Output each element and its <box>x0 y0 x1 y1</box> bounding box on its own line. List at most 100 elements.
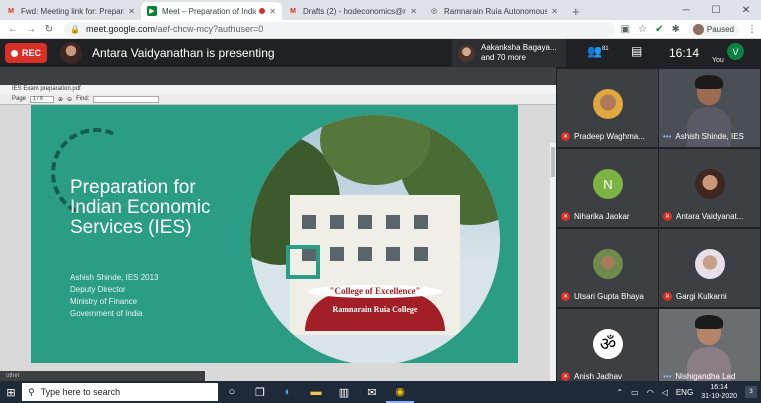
reload-icon[interactable]: ↻ <box>40 24 58 35</box>
close-icon[interactable]: ✕ <box>128 7 135 16</box>
active-speaker-chip[interactable]: Aakanksha Bagaya... and 70 more <box>452 39 566 67</box>
other-label: other <box>0 371 205 381</box>
sign-college-name: Ramnarain Ruia College <box>332 305 418 314</box>
presenter-avatar <box>60 42 82 64</box>
participant-tile[interactable]: N ✕ Niharika Jaokar <box>557 149 658 227</box>
check-extension-icon[interactable]: ✔ <box>655 24 663 35</box>
taskbar-time: 16:14 <box>710 384 728 391</box>
mic-off-icon: ✕ <box>561 212 570 221</box>
people-count: 81 <box>601 46 609 52</box>
file-explorer-icon[interactable]: ▬ <box>302 381 330 403</box>
speaking-indicator-icon: ••• <box>663 132 672 141</box>
participant-name: ✕ Utsari Gupta Bhaya <box>561 292 644 301</box>
tab-gmail-fwd[interactable]: M Fwd: Meeting link for: Preparatio ✕ <box>0 2 141 20</box>
participant-name: ✕ Anish Jadhav <box>561 372 623 381</box>
scroll-thumb[interactable] <box>551 147 555 177</box>
windows-start-icon[interactable]: ⊞ <box>0 381 22 403</box>
mic-off-icon: ✕ <box>561 372 570 381</box>
slide-sub-line: Ministry of Finance <box>70 297 138 306</box>
gmail-icon: M <box>8 7 14 15</box>
participant-grid: ✕ Pradeep Waghma... ••• Ashish Shinde, IES… <box>556 67 761 387</box>
recording-badge[interactable]: REC <box>5 43 47 63</box>
slide: Preparation for Indian Economic Services… <box>31 105 518 363</box>
tab-gmail-drafts[interactable]: M Drafts (2) - hodeconomics@ruiac ✕ <box>282 2 423 20</box>
participant-tile[interactable]: ✕ Gargi Kulkarni <box>659 229 760 307</box>
maximize-icon[interactable]: ☐ <box>701 0 731 20</box>
chat-icon: ▤ <box>631 44 643 58</box>
pdf-find-input[interactable] <box>93 95 160 103</box>
profile-button[interactable]: Paused <box>687 22 739 36</box>
pdf-zoom-out-icon[interactable]: ⊖ <box>67 96 72 103</box>
speaking-indicator-icon: ••• <box>663 372 672 381</box>
recording-indicator-icon <box>259 8 266 14</box>
browser-tab-strip: M Fwd: Meeting link for: Preparatio ✕ ▶ … <box>0 0 761 20</box>
star-icon[interactable]: ☆ <box>638 24 647 35</box>
chrome-icon[interactable]: ◉ <box>386 381 414 403</box>
participant-name: ✕ Niharika Jaokar <box>561 212 630 221</box>
participant-initial: N <box>593 169 623 199</box>
url-path: /aef-chcw-mcy?authuser=0 <box>155 24 264 34</box>
participant-tile[interactable]: ••• Ashish Shinde, IES <box>659 69 760 147</box>
task-view-icon[interactable]: ❐ <box>246 381 274 403</box>
back-icon[interactable]: ← <box>4 24 22 35</box>
search-icon: ⚲ <box>28 386 35 397</box>
pdf-zoom-icon[interactable]: ⊕ <box>58 96 63 103</box>
meet-icon: ▶ <box>147 6 157 16</box>
pdf-find-label: Find: <box>76 96 90 102</box>
tray-chevron-icon[interactable]: ⌃ <box>616 388 623 397</box>
mail-icon[interactable]: ✉ <box>358 381 386 403</box>
tab-title: Drafts (2) - hodeconomics@ruiac <box>303 6 406 16</box>
tab-ruia[interactable]: ◎ Ramnarain Ruia Autonomous Co ✕ <box>423 2 564 20</box>
presenting-text: Antara Vaidyanathan is presenting <box>92 46 275 60</box>
edge-icon[interactable]: ◐ <box>274 381 302 403</box>
people-button[interactable]: 👥81 <box>587 44 609 58</box>
people-icon: 👥 <box>587 44 602 58</box>
new-tab-button[interactable]: + <box>564 2 588 20</box>
participant-avatar <box>695 169 725 199</box>
participant-tile[interactable]: ॐ ✕ Anish Jadhav <box>557 309 658 387</box>
self-avatar[interactable]: V <box>727 43 744 60</box>
participant-tile[interactable]: ✕ Antara Vaidyanat... <box>659 149 760 227</box>
participant-tile[interactable]: ✕ Utsari Gupta Bhaya <box>557 229 658 307</box>
taskbar-clock[interactable]: 16:14 31-10-2020 <box>701 383 737 401</box>
participant-tile[interactable]: ✕ Pradeep Waghma... <box>557 69 658 147</box>
record-dot-icon <box>10 49 18 57</box>
address-bar[interactable]: 🔒 meet.google.com/aef-chcw-mcy?authuser=… <box>64 21 615 37</box>
college-photo: "College of Excellence" Ramnarain Ruia C… <box>250 115 500 363</box>
participant-avatar <box>593 249 623 279</box>
slide-title: Preparation for Indian Economic Services… <box>70 178 210 238</box>
window-controls: ─ ☐ ✕ <box>671 0 761 20</box>
profile-status: Paused <box>706 24 734 34</box>
close-icon[interactable]: ✕ <box>269 7 276 16</box>
volume-icon[interactable]: ◁ <box>662 388 668 397</box>
store-icon[interactable]: ▥ <box>330 381 358 403</box>
close-window-icon[interactable]: ✕ <box>731 0 761 20</box>
participant-name: ••• Ashish Shinde, IES <box>663 132 744 141</box>
rec-label: REC <box>21 48 41 58</box>
mic-off-icon: ✕ <box>663 212 672 221</box>
battery-icon[interactable]: ▭ <box>631 388 639 397</box>
language-indicator[interactable]: ENG <box>676 388 693 397</box>
cortana-icon[interactable]: ○ <box>218 381 246 403</box>
close-icon[interactable]: ✕ <box>410 7 417 16</box>
close-icon[interactable]: ✕ <box>551 7 558 16</box>
taskbar-search[interactable]: ⚲ Type here to search <box>22 383 218 401</box>
menu-icon[interactable]: ⋮ <box>747 24 757 35</box>
speaker-more: and 70 more <box>481 53 526 62</box>
forward-icon[interactable]: → <box>22 24 40 35</box>
pdf-page-input[interactable]: 1 / 8 <box>30 95 55 103</box>
globe-icon: ◎ <box>430 8 438 15</box>
notification-center-icon[interactable]: 3 <box>745 386 757 398</box>
search-placeholder: Type here to search <box>40 387 121 397</box>
extensions-icon[interactable]: ✱ <box>671 24 679 35</box>
camera-icon[interactable]: ▣ <box>621 24 630 35</box>
pdf-page-label: Page <box>12 96 27 102</box>
chat-button[interactable]: ▤ <box>631 44 642 58</box>
tab-meet[interactable]: ▶ Meet – Preparation of Indian ✕ <box>141 2 282 20</box>
participant-tile[interactable]: ••• Nishigandha Lad <box>659 309 760 387</box>
toolbar-icons: ▣ ☆ ✔ ✱ Paused ⋮ <box>621 22 757 36</box>
minimize-icon[interactable]: ─ <box>671 0 701 20</box>
pdf-window-title: IES Exam preparation.pdf <box>0 85 556 94</box>
wifi-icon[interactable]: ◠ <box>647 388 654 397</box>
sign-college-of-excellence: "College of Excellence" <box>308 285 442 298</box>
